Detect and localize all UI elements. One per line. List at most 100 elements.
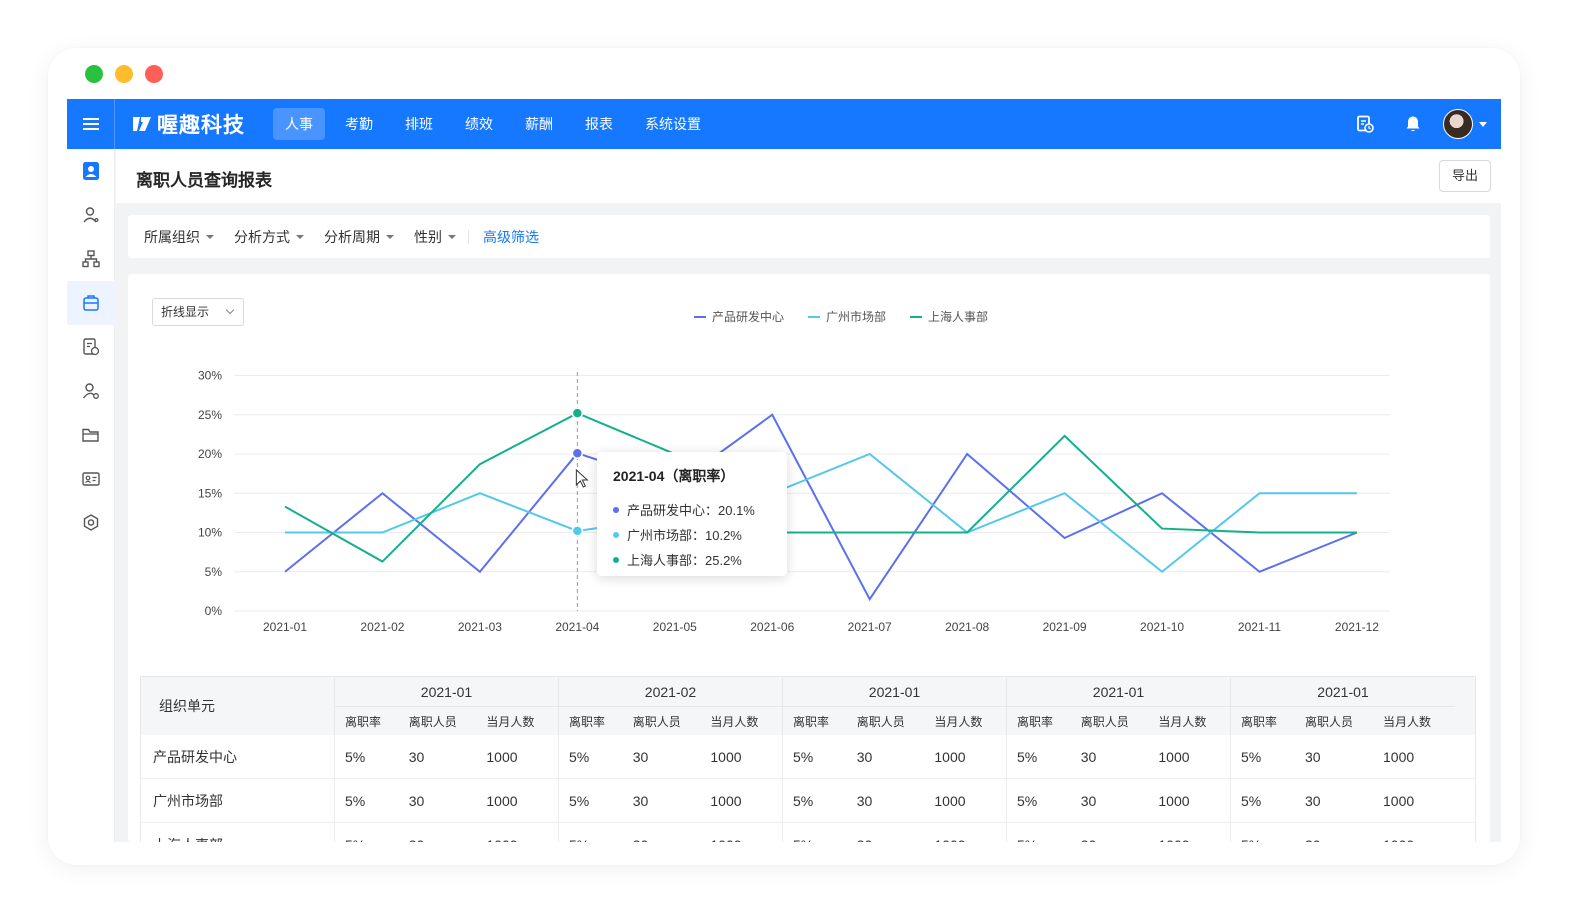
column-header: 离职率: [793, 714, 830, 729]
display-mode-select[interactable]: 折线显示: [152, 298, 244, 326]
table-cell: 1000: [1383, 792, 1415, 809]
column-header: 当月人数: [1158, 714, 1207, 729]
group-title: 2021-01: [1231, 677, 1455, 707]
column-header: 当月人数: [710, 714, 759, 729]
sidebar-item-user[interactable]: [67, 193, 115, 237]
row-group-cells: 5%301000: [1231, 779, 1455, 822]
table-row[interactable]: 广州市场部 5% 30 1000 5% 30 1000 5% 30 1000 5% 30 1000 5% 3…: [141, 779, 1475, 823]
caret-down-icon: [386, 235, 394, 239]
table-cell: 1000: [1373, 837, 1455, 843]
mouse-cursor-icon: [575, 468, 589, 488]
nav-item-5[interactable]: 报表: [573, 108, 625, 140]
chart-legend: 产品研发中心 广州市场部 上海人事部: [694, 308, 1012, 325]
table-cell: 5%: [335, 837, 399, 843]
table-cell: 30: [1295, 837, 1373, 843]
column-header: 离职率: [345, 714, 382, 729]
legend-item-0[interactable]: 产品研发中心: [694, 308, 784, 325]
column-group-header: 2021-01 离职率 离职人员 当月人数: [783, 677, 1007, 735]
filter-dropdown-0[interactable]: 所属组织: [144, 227, 214, 247]
table-cell: 5%: [569, 748, 590, 765]
row-group-cells: 5%301000: [1007, 735, 1231, 778]
line-chart: 0% 5% 10% 15% 20% 25% 30% 2021-01 2021-02 2021-03…: [198, 369, 1390, 634]
report-button[interactable]: [1341, 99, 1389, 149]
table-row[interactable]: 产品研发中心 5% 30 1000 5% 30 1000 5% 30 1000 5% 30 1000 5%…: [141, 735, 1475, 779]
filter-dropdown-1[interactable]: 分析方式: [234, 227, 304, 247]
row-group-cells: 5%301000: [1231, 823, 1455, 843]
filter-label: 分析方式: [234, 228, 290, 245]
table-cell: 1000: [1148, 837, 1230, 843]
nav-item-0[interactable]: 人事: [273, 108, 325, 140]
nav-item-3[interactable]: 绩效: [453, 108, 505, 140]
x-tick-label: 2021-08: [945, 620, 989, 634]
table-cell: 5%: [1231, 837, 1295, 843]
row-group-cells: 5%301000: [559, 735, 783, 778]
y-tick-label: 5%: [205, 565, 223, 579]
table-cell: 1000: [1383, 748, 1415, 765]
sidebar-item-folder[interactable]: [67, 413, 115, 457]
report-icon: [83, 338, 100, 356]
table-cell: 1000: [934, 748, 966, 765]
x-tick-label: 2021-04: [555, 620, 599, 634]
tooltip-dot: [613, 531, 619, 538]
y-tick-label: 30%: [198, 369, 222, 383]
filter-dropdown-2[interactable]: 分析周期: [324, 227, 394, 247]
hamburger-icon: [82, 118, 99, 130]
row-group-cells: 5%301000: [1007, 779, 1231, 822]
chevron-down-icon[interactable]: [1479, 121, 1487, 127]
table-cell: 5%: [1241, 748, 1262, 765]
tooltip-row: 广州市场部：10.2%: [613, 525, 771, 544]
sidebar-item-user-settings[interactable]: [67, 369, 115, 413]
nav-item-4[interactable]: 薪酬: [513, 108, 565, 140]
row-group-cells: 5%301000: [335, 779, 559, 822]
table-cell: 5%: [793, 792, 814, 809]
table-cell: 30: [1305, 748, 1321, 765]
sidebar-item-id-card[interactable]: [67, 457, 115, 501]
table-cell: 30: [1305, 792, 1321, 809]
sidebar-item-settings[interactable]: [67, 501, 115, 545]
table-cell: 1000: [710, 792, 742, 809]
column-header: 离职人员: [408, 714, 457, 729]
window-close-button[interactable]: [145, 65, 163, 83]
nav-item-2[interactable]: 排班: [393, 108, 445, 140]
advanced-filter-link[interactable]: 高级筛选: [483, 227, 539, 247]
sidebar-item-org-chart[interactable]: [67, 237, 115, 281]
row-group-cells: 5%301000: [783, 735, 1007, 778]
display-mode-value: 折线显示: [161, 305, 210, 319]
nav-item-1[interactable]: 考勤: [333, 108, 385, 140]
table-cell: 5%: [1007, 837, 1071, 843]
row-group-cells: 5%301000: [783, 823, 1007, 842]
group-title: 2021-01: [1007, 677, 1230, 707]
tooltip-dot: [613, 506, 619, 513]
legend-item-1[interactable]: 广州市场部: [808, 308, 886, 325]
table-row[interactable]: 上海人事部5%3010005%3010005%3010005%3010005%3…: [141, 823, 1475, 842]
legend-item-2[interactable]: 上海人事部: [910, 308, 988, 325]
window-maximize-button[interactable]: [85, 65, 103, 83]
settings-icon: [83, 514, 99, 531]
tooltip-row: 上海人事部：25.2%: [613, 550, 771, 569]
user-avatar[interactable]: [1443, 109, 1473, 139]
export-button[interactable]: 导出: [1439, 160, 1491, 192]
column-group-header: 2021-02 离职率 离职人员 当月人数: [559, 677, 783, 735]
y-tick-label: 10%: [198, 526, 222, 540]
table-cell: 1000: [1158, 792, 1190, 809]
brand-logo[interactable]: 喔趣科技: [133, 109, 245, 139]
nav-item-6[interactable]: 系统设置: [633, 108, 713, 140]
notification-button[interactable]: [1389, 99, 1437, 149]
column-header: 离职人员: [1305, 714, 1354, 729]
row-group-cells: 5%301000: [1007, 823, 1231, 842]
sidebar-item-briefcase[interactable]: [67, 281, 115, 325]
chevron-down-icon: [225, 305, 235, 315]
window-minimize-button[interactable]: [115, 65, 133, 83]
main-nav: 人事 考勤 排班 绩效 薪酬 报表 系统设置: [273, 99, 721, 149]
row-group-cells: 5%301000: [335, 735, 559, 778]
table-cell: 5%: [1017, 792, 1038, 809]
menu-toggle-button[interactable]: [67, 99, 115, 149]
app-window: 喔趣科技 人事 考勤 排班 绩效 薪酬 报表 系统设置 离职人员查询报表 导出 …: [48, 48, 1520, 865]
row-group-cells: 5%301000: [559, 823, 783, 842]
sidebar-item-contact-card[interactable]: [67, 149, 115, 193]
legend-swatch: [808, 315, 821, 318]
sidebar-item-report[interactable]: [67, 325, 115, 369]
filter-dropdown-3[interactable]: 性别: [414, 227, 456, 247]
hover-point-1: [571, 525, 584, 537]
y-tick-label: 20%: [198, 447, 222, 461]
